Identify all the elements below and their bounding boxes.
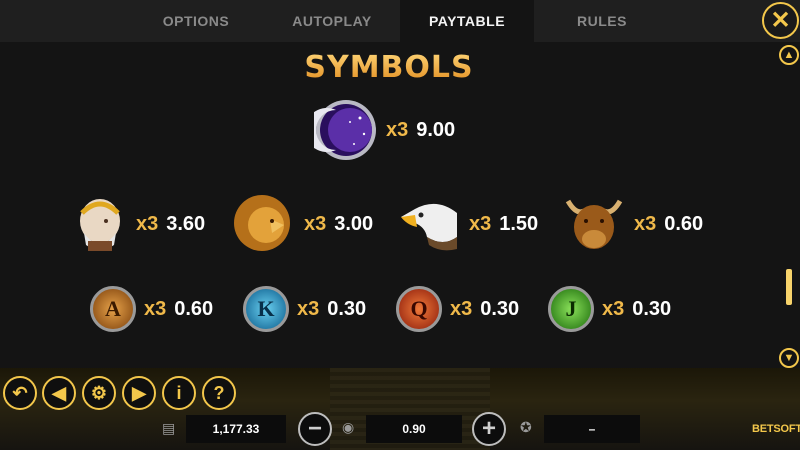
- multiplier-label: x3: [386, 118, 409, 141]
- symbol-row-a: A x3 0.60: [90, 286, 213, 332]
- multiplier-label: x3: [144, 297, 167, 320]
- tab-options[interactable]: OPTIONS: [150, 0, 242, 42]
- symbol-row-k: K x3 0.30: [243, 286, 366, 332]
- eagle-symbol-icon: [401, 203, 457, 251]
- payout-value: 1.50: [499, 212, 539, 235]
- increase-bet-button[interactable]: +: [472, 412, 506, 446]
- settings-icon[interactable]: ⚙: [82, 376, 116, 410]
- symbol-row-king: x3 3.60: [70, 193, 205, 255]
- letter-j-symbol-icon: J: [548, 286, 594, 332]
- tab-bar: OPTIONS AUTOPLAY PAYTABLE RULES: [0, 0, 800, 42]
- bull-symbol-icon: [565, 199, 623, 249]
- coins-icon: ◉: [342, 419, 355, 435]
- multiplier-label: x3: [136, 212, 159, 235]
- scrollbar[interactable]: [786, 70, 792, 340]
- info-icon[interactable]: i: [162, 376, 196, 410]
- award-icon: ✪: [520, 419, 532, 435]
- decrease-bet-button[interactable]: −: [298, 412, 332, 446]
- back-icon[interactable]: ↶: [3, 376, 37, 410]
- tab-paytable[interactable]: PAYTABLE: [400, 0, 534, 42]
- payout-value: 0.60: [174, 297, 214, 320]
- multiplier-label: x3: [304, 212, 327, 235]
- symbol-row-bull: x3 0.60: [562, 193, 703, 255]
- bet-value: 0.90: [366, 415, 462, 443]
- payout-value: 0.60: [664, 212, 704, 235]
- symbol-row-moon: x3 9.00: [314, 98, 455, 162]
- payout-value: 9.00: [416, 118, 456, 141]
- payout-value: 0.30: [632, 297, 672, 320]
- letter-a-symbol-icon: A: [90, 286, 136, 332]
- symbol-row-q: Q x3 0.30: [396, 286, 519, 332]
- lion-symbol-icon: [234, 195, 290, 251]
- multiplier-label: x3: [297, 297, 320, 320]
- scrollbar-thumb[interactable]: [786, 269, 792, 305]
- symbol-row-eagle: x3 1.50: [397, 193, 538, 255]
- multiplier-label: x3: [469, 212, 492, 235]
- brand-logo: BETSOFT: [752, 423, 800, 435]
- balance-value: 1,177.33: [186, 415, 286, 443]
- payout-value: 0.30: [480, 297, 520, 320]
- previous-icon[interactable]: ◀: [42, 376, 76, 410]
- multiplier-label: x3: [634, 212, 657, 235]
- next-icon[interactable]: ▶: [122, 376, 156, 410]
- payout-value: 3.00: [334, 212, 374, 235]
- close-icon[interactable]: ✕: [762, 2, 799, 39]
- payout-value: 0.30: [327, 297, 367, 320]
- wallet-icon: ▤: [162, 420, 176, 436]
- laurel-king-symbol-icon: [80, 199, 120, 251]
- help-icon[interactable]: ?: [202, 376, 236, 410]
- section-title: SYMBOLS: [0, 50, 778, 85]
- payout-value: 3.60: [166, 212, 206, 235]
- letter-k-symbol-icon: K: [243, 286, 289, 332]
- tab-autoplay[interactable]: AUTOPLAY: [268, 0, 396, 42]
- win-value: –: [544, 415, 640, 443]
- chevron-up-icon[interactable]: ▲: [779, 45, 799, 65]
- chevron-down-icon[interactable]: ▼: [779, 348, 799, 368]
- symbol-row-lion: x3 3.00: [232, 193, 373, 255]
- multiplier-label: x3: [602, 297, 625, 320]
- tab-rules[interactable]: RULES: [548, 0, 656, 42]
- multiplier-label: x3: [450, 297, 473, 320]
- symbol-row-j: J x3 0.30: [548, 286, 671, 332]
- moon-symbol-icon: [314, 100, 376, 160]
- letter-q-symbol-icon: Q: [396, 286, 442, 332]
